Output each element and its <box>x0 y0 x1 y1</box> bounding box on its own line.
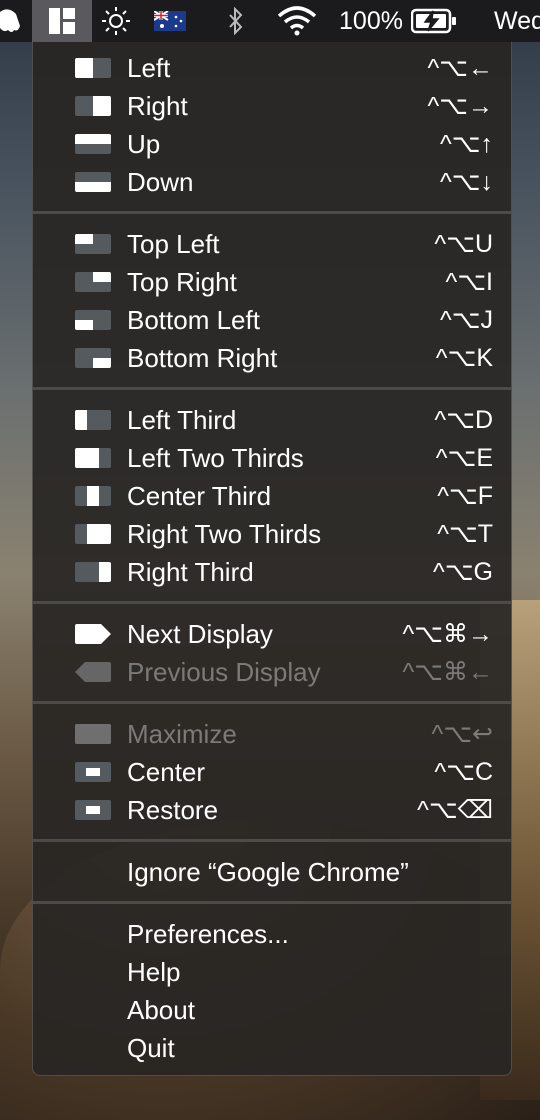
maximize-icon <box>75 724 111 744</box>
menu-item-shortcut: ^⌥⌘→ <box>402 620 493 648</box>
menu-item-center[interactable]: Center ^⌥C <box>33 753 511 791</box>
left-third-icon <box>75 410 111 430</box>
rectangle-menu: Left ^⌥← Right ^⌥→ Up ^⌥↑ Down ^⌥↓ Top Left ^⌥U To… <box>32 42 512 1076</box>
menu-item-label: Left Two Thirds <box>127 443 304 473</box>
menu-item-up[interactable]: Up ^⌥↑ <box>33 125 511 163</box>
next-display-icon <box>75 624 111 644</box>
center-icon <box>75 762 111 782</box>
menu-item-down[interactable]: Down ^⌥↓ <box>33 163 511 201</box>
menu-item-shortcut: ^⌥← <box>427 54 493 82</box>
menu-item-label: Quit <box>127 1033 175 1063</box>
menu-item-label: Left <box>127 53 171 83</box>
menu-item-bottom-left[interactable]: Bottom Left ^⌥J <box>33 301 511 339</box>
menu-item-about[interactable]: About <box>33 991 511 1029</box>
menu-item-label: Center Third <box>127 481 272 511</box>
menu-separator <box>33 901 511 904</box>
menu-item-label: Next Display <box>127 619 273 649</box>
menu-item-quit[interactable]: Quit <box>33 1029 511 1067</box>
flag-australia-icon[interactable] <box>152 0 188 42</box>
menu-item-shortcut: ^⌥T <box>437 520 493 548</box>
menu-item-shortcut: ^⌥↩ <box>431 720 494 748</box>
menu-separator <box>33 211 511 214</box>
battery-percent: 100% <box>339 6 403 35</box>
menu-item-help[interactable]: Help <box>33 953 511 991</box>
menu-item-label: Bottom Left <box>127 305 260 335</box>
menu-item-center-third[interactable]: Center Third ^⌥F <box>33 477 511 515</box>
menu-item-left-two-thirds[interactable]: Left Two Thirds ^⌥E <box>33 439 511 477</box>
menu-item-shortcut: ^⌥C <box>434 758 493 786</box>
menu-item-preferences[interactable]: Preferences... <box>33 915 511 953</box>
menu-item-label: Up <box>127 129 161 159</box>
menu-item-previous-display: Previous Display ^⌥⌘← <box>33 653 511 691</box>
menu-item-bottom-right[interactable]: Bottom Right ^⌥K <box>33 339 511 377</box>
menu-item-label: Bottom Right <box>127 343 278 373</box>
right-icon <box>75 96 111 116</box>
left-icon <box>75 58 111 78</box>
previous-display-icon <box>75 662 111 682</box>
menu-item-shortcut: ^⌥J <box>439 306 493 334</box>
right-third-icon <box>75 562 111 582</box>
down-icon <box>75 172 111 192</box>
menu-bar: 100% Wed <box>0 0 540 42</box>
menu-item-shortcut: ^⌥↑ <box>439 130 493 158</box>
menu-item-shortcut: ^⌥E <box>435 444 493 472</box>
menu-item-maximize: Maximize ^⌥↩ <box>33 715 511 753</box>
menu-separator <box>33 601 511 604</box>
menu-item-label: Down <box>127 167 194 197</box>
menu-item-shortcut: ^⌥I <box>445 268 494 296</box>
menu-item-ignore-app[interactable]: Ignore “Google Chrome” <box>33 853 511 891</box>
menu-item-shortcut: ^⌥D <box>434 406 493 434</box>
restore-icon <box>75 800 111 820</box>
menu-item-label: Top Right <box>127 267 237 297</box>
ghost-icon[interactable] <box>0 0 22 42</box>
up-icon <box>75 134 111 154</box>
menu-item-top-right[interactable]: Top Right ^⌥I <box>33 263 511 301</box>
top-left-icon <box>75 234 111 254</box>
menu-item-label: Restore <box>127 795 219 825</box>
menu-item-restore[interactable]: Restore ^⌥⌫ <box>33 791 511 829</box>
menu-item-label: Top Left <box>127 229 220 259</box>
menu-item-shortcut: ^⌥K <box>435 344 493 372</box>
menu-item-right-two-thirds[interactable]: Right Two Thirds ^⌥T <box>33 515 511 553</box>
bottom-right-icon <box>75 348 111 368</box>
menu-item-top-left[interactable]: Top Left ^⌥U <box>33 225 511 263</box>
top-right-icon <box>75 272 111 292</box>
menu-item-shortcut: ^⌥F <box>437 482 493 510</box>
bottom-left-icon <box>75 310 111 330</box>
menu-item-label: Previous Display <box>127 657 321 687</box>
clock[interactable]: Wed <box>494 0 540 42</box>
left-two-thirds-icon <box>75 448 111 468</box>
menu-item-shortcut: ^⌥→ <box>427 92 493 120</box>
rectangle-app-icon[interactable] <box>32 0 92 42</box>
menu-item-label: Ignore “Google Chrome” <box>127 857 409 887</box>
menu-item-right-third[interactable]: Right Third ^⌥G <box>33 553 511 591</box>
menu-item-shortcut: ^⌥↓ <box>439 168 493 196</box>
menu-separator <box>33 701 511 704</box>
menu-separator <box>33 387 511 390</box>
menu-item-shortcut: ^⌥G <box>433 558 493 586</box>
menu-item-label: Preferences... <box>127 919 289 949</box>
menu-item-label: Right Third <box>127 557 254 587</box>
battery-charging-icon[interactable] <box>410 0 458 42</box>
right-two-thirds-icon <box>75 524 111 544</box>
wifi-icon[interactable] <box>274 0 320 42</box>
menu-item-label: Help <box>127 957 181 987</box>
menu-item-shortcut: ^⌥⌫ <box>417 796 493 824</box>
menu-item-label: Right <box>127 91 188 121</box>
menu-item-label: About <box>127 995 195 1025</box>
menu-item-label: Maximize <box>127 719 237 749</box>
menu-item-label: Right Two Thirds <box>127 519 322 549</box>
menu-item-shortcut: ^⌥U <box>434 230 493 258</box>
menu-item-right[interactable]: Right ^⌥→ <box>33 87 511 125</box>
menu-item-left[interactable]: Left ^⌥← <box>33 49 511 87</box>
menu-item-label: Center <box>127 757 206 787</box>
center-third-icon <box>75 486 111 506</box>
menu-item-left-third[interactable]: Left Third ^⌥D <box>33 401 511 439</box>
menu-item-shortcut: ^⌥⌘← <box>402 658 493 686</box>
menu-item-label: Left Third <box>127 405 237 435</box>
menu-separator <box>33 839 511 842</box>
menu-item-next-display[interactable]: Next Display ^⌥⌘→ <box>33 615 511 653</box>
brightness-icon[interactable] <box>98 0 134 42</box>
bluetooth-icon[interactable] <box>222 0 250 42</box>
